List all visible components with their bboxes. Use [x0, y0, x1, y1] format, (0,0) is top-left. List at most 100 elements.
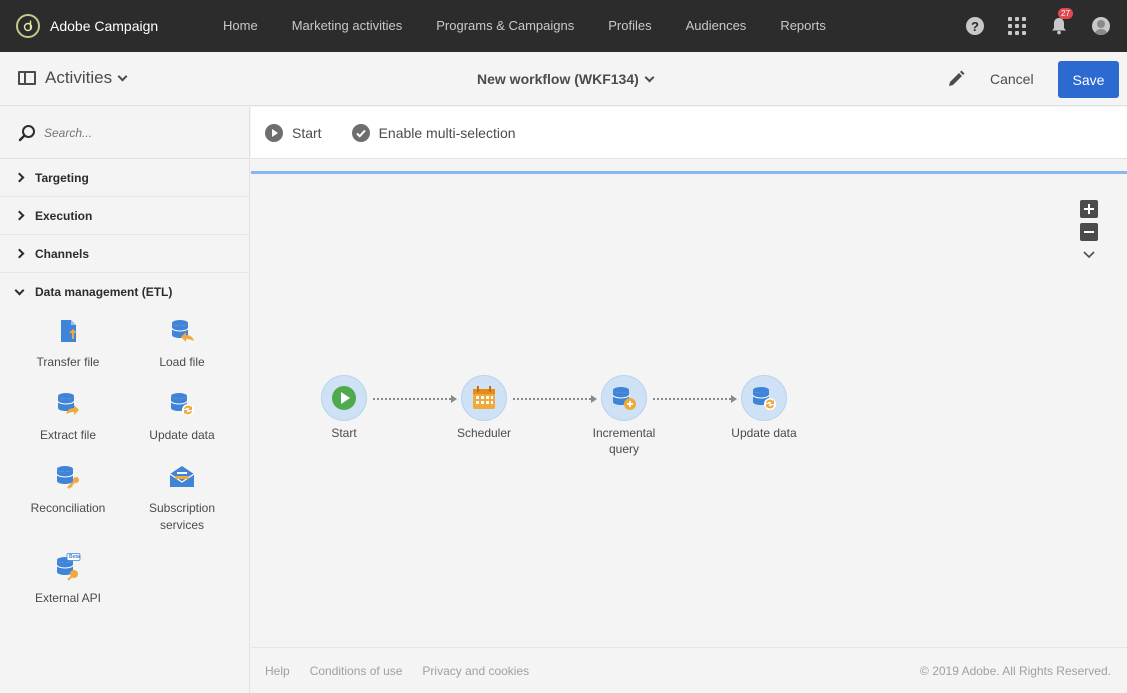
- subscription-services-icon: [169, 466, 195, 487]
- reconciliation-icon: [56, 466, 79, 489]
- footer-link-privacy[interactable]: Privacy and cookies: [422, 664, 529, 678]
- notifications-button[interactable]: 27: [1049, 8, 1073, 36]
- sidebar-search: [0, 107, 249, 159]
- workflow-title: New workflow (WKF134): [477, 71, 639, 87]
- tile-label: Reconciliation: [30, 501, 106, 515]
- workflow-canvas[interactable]: Start Scheduler Incremental query Update…: [251, 174, 1127, 647]
- app-logo[interactable]: Adobe Campaign: [16, 14, 206, 38]
- extract-file-icon: [57, 393, 79, 415]
- tile-label: External API: [34, 591, 102, 605]
- zoom-in-button[interactable]: [1080, 200, 1098, 218]
- node-start[interactable]: Start: [299, 375, 389, 441]
- nav-reports[interactable]: Reports: [763, 0, 843, 52]
- enable-multi-selection-button[interactable]: Enable multi-selection: [351, 123, 516, 142]
- calendar-icon: [473, 386, 495, 409]
- nav-home[interactable]: Home: [206, 0, 275, 52]
- nav-audiences[interactable]: Audiences: [669, 0, 764, 52]
- node-update-data[interactable]: Update data: [719, 375, 809, 441]
- copyright: © 2019 Adobe. All Rights Reserved.: [920, 663, 1111, 678]
- workflow-header: Activities New workflow (WKF134) Cancel …: [0, 52, 1127, 106]
- nav-marketing-activities[interactable]: Marketing activities: [275, 0, 420, 52]
- start-play-icon: [332, 386, 356, 410]
- activity-tiles: Transfer file Load file Extract file Upd…: [0, 311, 249, 631]
- update-data-icon: [752, 387, 776, 410]
- category-label: Execution: [35, 208, 93, 223]
- load-file-icon: [171, 320, 194, 342]
- help-icon: ?: [966, 17, 984, 35]
- tile-update-data[interactable]: Update data: [127, 390, 237, 444]
- tile-label: Extract file: [39, 428, 96, 442]
- footer-link-conditions[interactable]: Conditions of use: [310, 664, 403, 678]
- edit-pencil-icon[interactable]: [946, 69, 966, 89]
- activities-sidebar: Targeting Execution Channels Data manage…: [0, 107, 250, 693]
- nav-programs-campaigns[interactable]: Programs & Campaigns: [419, 0, 591, 52]
- node-scheduler[interactable]: Scheduler: [439, 375, 529, 441]
- category-execution[interactable]: Execution: [0, 197, 249, 235]
- main-nav: Home Marketing activities Programs & Cam…: [206, 0, 843, 52]
- tile-extract-file[interactable]: Extract file: [13, 390, 123, 444]
- panel-icon: [18, 71, 36, 85]
- chevron-down-icon[interactable]: [1083, 251, 1095, 259]
- search-input[interactable]: [44, 125, 224, 140]
- activities-panel-toggle[interactable]: Activities: [18, 68, 128, 88]
- top-navigation-bar: Adobe Campaign Home Marketing activities…: [0, 0, 1127, 52]
- node-icon-circle: [741, 375, 787, 421]
- chevron-right-icon: [14, 248, 25, 259]
- multi-selection-label: Enable multi-selection: [378, 124, 516, 141]
- tile-external-api[interactable]: External API: [13, 553, 123, 607]
- tile-label: Update data: [149, 428, 215, 442]
- footer-link-help[interactable]: Help: [265, 664, 290, 678]
- incremental-query-icon: [612, 387, 636, 410]
- notification-count-badge: 27: [1058, 8, 1073, 19]
- top-icons: ? 27: [943, 0, 1111, 52]
- footer: Help Conditions of use Privacy and cooki…: [251, 647, 1127, 693]
- tile-subscription-services[interactable]: Subscription services: [127, 463, 237, 534]
- tile-reconciliation[interactable]: Reconciliation: [13, 463, 123, 517]
- zoom-out-button[interactable]: [1080, 223, 1098, 241]
- workflow-toolbar: Start Enable multi-selection: [251, 107, 1127, 159]
- app-name: Adobe Campaign: [50, 18, 159, 34]
- minus-icon: [1084, 231, 1094, 233]
- save-button[interactable]: Save: [1058, 61, 1119, 98]
- node-icon-circle: [601, 375, 647, 421]
- chevron-down-icon: [14, 285, 25, 295]
- chevron-right-icon: [14, 210, 25, 221]
- play-icon: [265, 123, 283, 142]
- category-label: Channels: [35, 246, 90, 261]
- adobe-campaign-logo-icon: [16, 14, 40, 38]
- beta-badge: Beta: [69, 554, 80, 560]
- transfer-file-icon: [61, 320, 77, 342]
- plus-icon: [1084, 204, 1094, 214]
- node-label: Start: [331, 426, 357, 440]
- category-label: Data management (ETL): [35, 285, 173, 299]
- category-label: Targeting: [35, 170, 89, 185]
- start-label: Start: [292, 124, 322, 141]
- category-targeting[interactable]: Targeting: [0, 159, 249, 197]
- bell-icon: [1052, 18, 1066, 35]
- checkmark-icon: [351, 123, 370, 142]
- update-data-icon: [170, 393, 194, 416]
- start-button[interactable]: Start: [265, 123, 322, 142]
- chevron-right-icon: [14, 172, 25, 183]
- cancel-button[interactable]: Cancel: [990, 71, 1034, 87]
- app-grid-icon: [1008, 17, 1026, 35]
- tile-label: Transfer file: [36, 355, 100, 369]
- chevron-down-icon: [644, 72, 655, 82]
- help-button[interactable]: ?: [965, 16, 985, 36]
- activities-label: Activities: [45, 68, 113, 87]
- node-incremental-query[interactable]: Incremental query: [579, 375, 669, 457]
- tile-load-file[interactable]: Load file: [127, 317, 237, 371]
- search-icon: [18, 124, 35, 141]
- apps-button[interactable]: [1007, 16, 1027, 36]
- nav-profiles[interactable]: Profiles: [591, 0, 668, 52]
- node-label: Incremental query: [592, 426, 656, 456]
- node-icon-circle: [461, 375, 507, 421]
- workflow-title-dropdown[interactable]: New workflow (WKF134): [477, 71, 655, 87]
- category-data-management[interactable]: Data management (ETL): [0, 273, 249, 311]
- tile-transfer-file[interactable]: Transfer file: [13, 317, 123, 371]
- chevron-down-icon: [117, 71, 128, 81]
- tile-label: Subscription services: [148, 501, 216, 532]
- user-profile-button[interactable]: [1091, 16, 1111, 36]
- category-channels[interactable]: Channels: [0, 235, 249, 273]
- avatar: [1092, 17, 1110, 35]
